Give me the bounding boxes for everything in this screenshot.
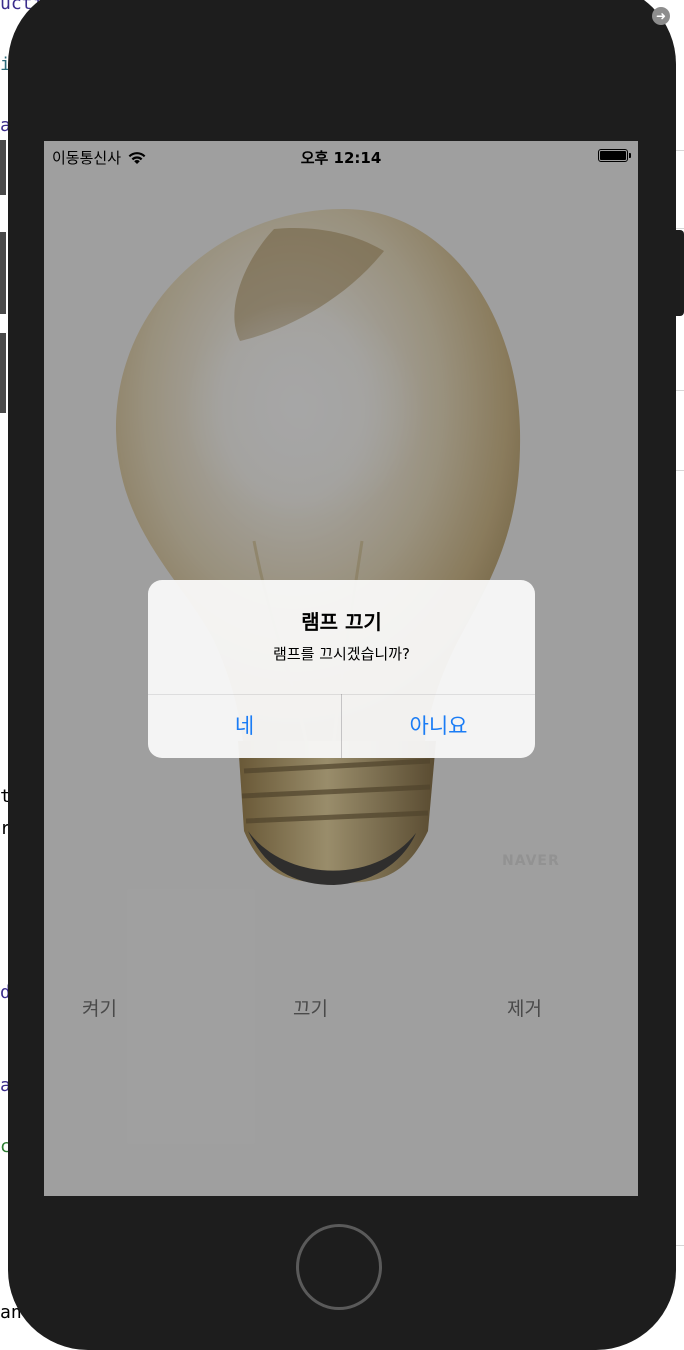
gutter-marker [0, 140, 6, 195]
battery-icon [598, 149, 631, 162]
alert-title: 램프 끄기 [301, 610, 382, 634]
turn-off-button[interactable]: 끄기 [293, 994, 328, 1021]
action-bar: 켜기 끄기 제거 [44, 994, 638, 1024]
alert-yes-button[interactable]: 네 [148, 694, 341, 758]
remove-button[interactable]: 제거 [507, 994, 542, 1021]
status-bar: 이동통신사 오후 12:14 [44, 141, 638, 171]
alert-message: 램프를 끄시겠습니까? [273, 645, 410, 663]
simulator-screen: NAVER 켜기 끄기 제거 이동통신사 오후 12:14 램프 끄기 램프를 … [44, 141, 638, 1196]
alert-no-button[interactable]: 아니요 [342, 694, 535, 758]
home-button[interactable] [296, 1224, 382, 1310]
alert-dialog: 램프 끄기 램프를 끄시겠습니까? 네 아니요 [148, 580, 535, 758]
status-time: 오후 12:14 [300, 149, 382, 167]
turn-on-button[interactable]: 켜기 [82, 994, 117, 1021]
gutter-marker [0, 333, 6, 413]
gutter-marker [0, 232, 6, 314]
forward-arrow-icon[interactable]: ➜ [652, 7, 670, 25]
